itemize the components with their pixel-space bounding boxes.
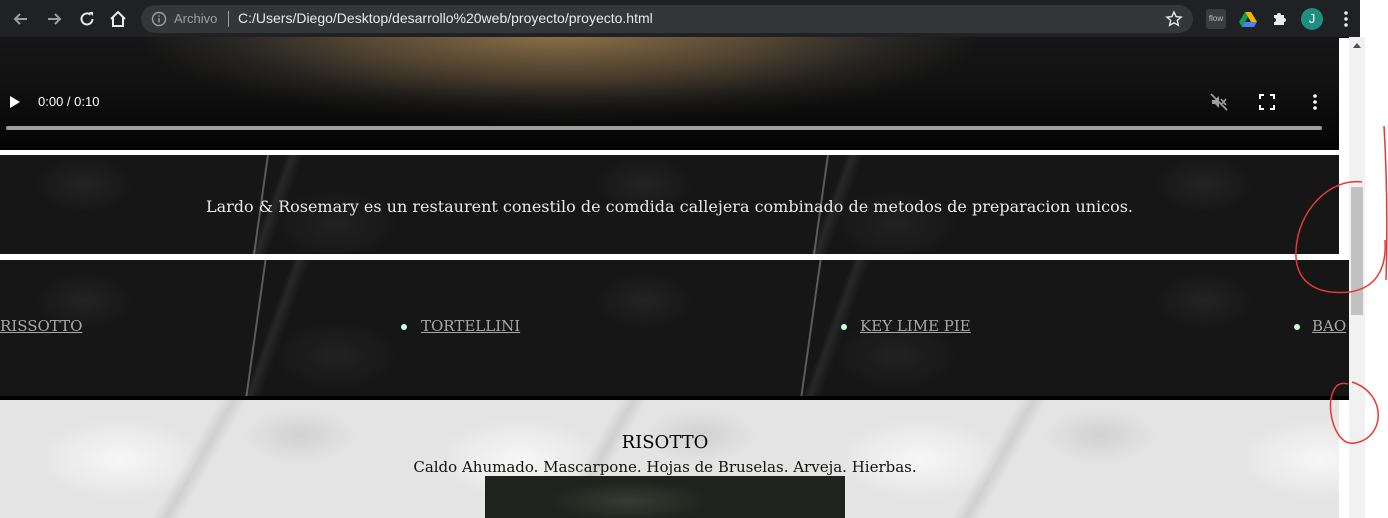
fullscreen-icon[interactable]	[1259, 94, 1275, 110]
bookmark-star-icon[interactable]	[1165, 10, 1183, 28]
back-button[interactable]	[10, 8, 32, 30]
marble-vein	[800, 260, 822, 396]
scroll-up-arrow-icon[interactable]	[1353, 43, 1361, 48]
browser-toolbar: Archivo C:/Users/Diego/Desktop/desarroll…	[0, 0, 1360, 38]
menu-item-tortellini[interactable]: TORTELLINI	[421, 317, 520, 335]
dish-description: Caldo Ahumado. Mascarpone. Hojas de Brus…	[413, 458, 917, 476]
video-progress-bar[interactable]	[6, 126, 1322, 130]
reload-icon	[80, 12, 94, 26]
list-bullet	[401, 324, 407, 330]
intro-section: Lardo & Rosemary es un restaurent conest…	[0, 155, 1339, 254]
menu-item-bao[interactable]: BAO	[1312, 317, 1346, 335]
menu-nav: RISSOTTO TORTELLINI KEY LIME PIE BAO	[0, 260, 1349, 400]
dish-title: RISOTTO	[621, 432, 709, 453]
play-icon[interactable]	[10, 96, 20, 108]
address-bar[interactable]: Archivo C:/Users/Diego/Desktop/desarroll…	[141, 5, 1193, 33]
more-options-icon[interactable]	[1310, 93, 1320, 111]
flow-extension-icon[interactable]: flow	[1206, 9, 1226, 29]
muted-volume-icon[interactable]	[1210, 93, 1228, 111]
video-frame	[0, 37, 1339, 150]
restaurant-tagline: Lardo & Rosemary es un restaurent conest…	[205, 197, 1134, 216]
reload-button[interactable]	[76, 8, 98, 30]
profile-avatar[interactable]: J	[1301, 8, 1323, 30]
browser-menu-icon[interactable]	[1336, 9, 1356, 29]
scheme-label: Archivo	[174, 11, 218, 26]
marble-vein	[245, 260, 267, 396]
home-icon	[110, 10, 126, 27]
forward-button[interactable]	[43, 8, 65, 30]
home-button[interactable]	[107, 8, 129, 30]
list-bullet	[841, 324, 847, 330]
url-text[interactable]: C:/Users/Diego/Desktop/desarrollo%20web/…	[238, 10, 653, 26]
list-bullet	[1294, 324, 1300, 330]
menu-item-key-lime-pie[interactable]: KEY LIME PIE	[860, 317, 971, 335]
extensions-puzzle-icon[interactable]	[1270, 9, 1290, 29]
scrollbar-thumb[interactable]	[1351, 187, 1363, 315]
menu-item-rissotto[interactable]: RISSOTTO	[0, 317, 82, 335]
omnibox-divider	[228, 11, 229, 27]
video-player[interactable]: 0:00 / 0:10	[0, 37, 1339, 150]
info-icon[interactable]	[151, 11, 167, 27]
video-time: 0:00 / 0:10	[38, 94, 100, 109]
arrow-right-icon	[48, 13, 62, 25]
google-drive-icon[interactable]	[1238, 9, 1258, 29]
page-scrollbar[interactable]	[1349, 37, 1365, 518]
dish-image	[485, 476, 845, 518]
dish-section: RISOTTO Caldo Ahumado. Mascarpone. Hojas…	[0, 400, 1339, 518]
arrow-left-icon	[13, 13, 27, 25]
